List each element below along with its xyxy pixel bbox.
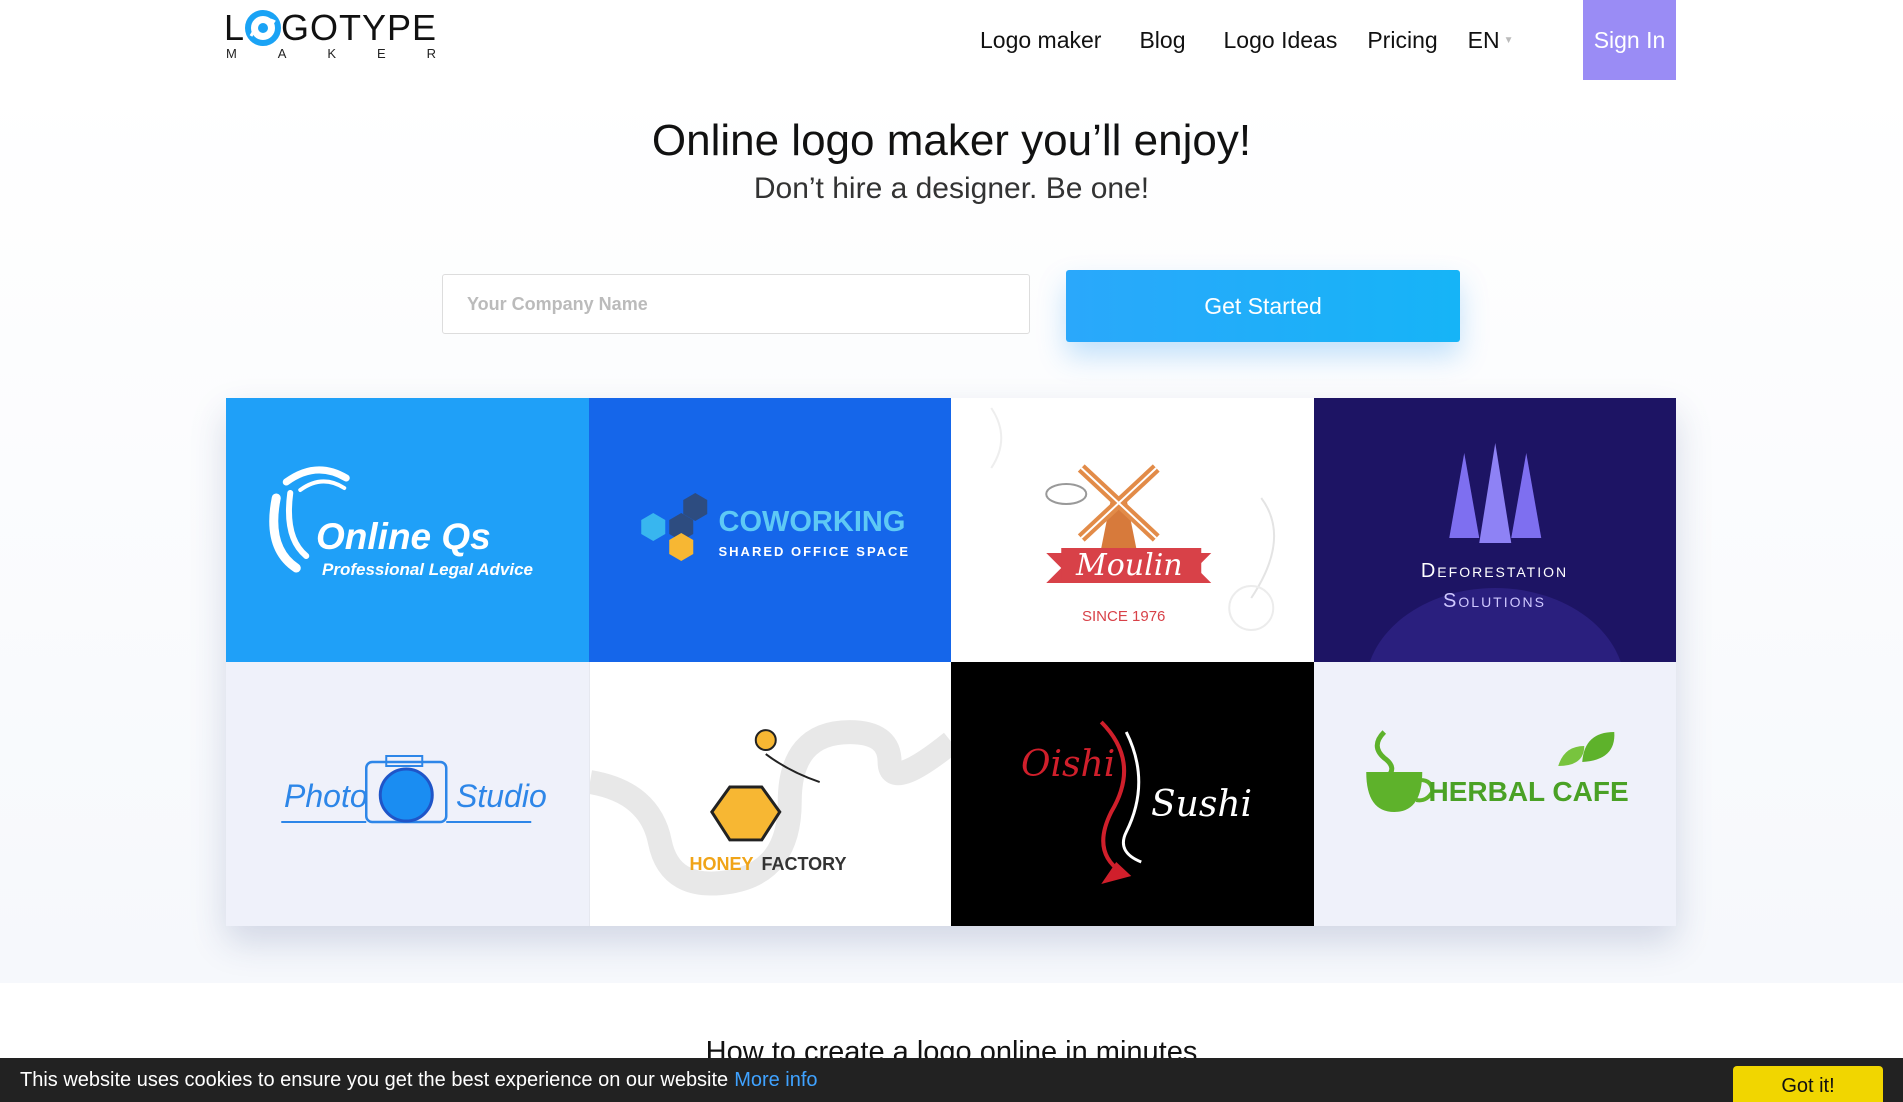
tile-title: Photo (284, 778, 368, 814)
nav-blog[interactable]: Blog (1139, 27, 1185, 54)
logo-examples-grid: Online Qs Professional Legal Advice COWO… (226, 398, 1676, 926)
hero-headline: Online logo maker you’ll enjoy! (651, 116, 1252, 165)
logo-tile-deforestation[interactable]: Deforestation Solutions (1313, 398, 1676, 662)
cookie-consent-bar: This website uses cookies to ensure you … (0, 1058, 1903, 1102)
tile-tagline: Studio (456, 778, 547, 814)
tile-tagline: Sushi (1151, 784, 1253, 825)
logo-subtext: M A K E R (226, 46, 436, 61)
tile-title: HONEY (689, 854, 754, 874)
company-name-input[interactable] (442, 274, 1030, 334)
nav-pricing[interactable]: Pricing (1367, 27, 1437, 54)
language-selector[interactable]: EN ▼ (1468, 27, 1514, 54)
tile-title: Deforestation (1420, 560, 1569, 582)
main-nav: Logo maker Blog Logo Ideas Pricing EN ▼ (980, 0, 1514, 80)
logo-subletter: A (277, 46, 287, 61)
tile-title: COWORKING (718, 506, 906, 538)
hero-section: Online logo maker you’ll enjoy! Don’t hi… (0, 80, 1903, 983)
nav-logo-ideas[interactable]: Logo Ideas (1224, 27, 1338, 54)
tile-title: Online Qs (316, 516, 491, 557)
logo-wordmark: L GOTYPE (224, 8, 444, 48)
tile-tagline: Professional Legal Advice (322, 560, 533, 579)
logo-subletter: E (377, 46, 386, 61)
tile-tagline: SHARED OFFICE SPACE (718, 544, 911, 559)
cookie-accept-button[interactable]: Got it! (1733, 1066, 1883, 1102)
koi-fish-icon (1099, 720, 1142, 884)
tile-tagline: FACTORY (761, 854, 847, 874)
honey-pot-icon (589, 720, 951, 896)
logo-subletter: K (327, 46, 337, 61)
sign-in-button[interactable]: Sign In (1583, 0, 1676, 80)
tile-title: Oishi (1021, 744, 1116, 785)
language-label: EN (1467, 26, 1500, 53)
tile-tagline: Solutions (1443, 590, 1546, 612)
logo-letter-l: L (224, 7, 246, 48)
tile-title: Moulin (1076, 548, 1183, 583)
logo-swirl-icon (245, 10, 282, 46)
logo-tile-moulin[interactable]: Moulin SINCE 1976 (951, 398, 1314, 662)
logo-tile-online-qs[interactable]: Online Qs Professional Legal Advice (226, 398, 589, 662)
logo-tile-coworking[interactable]: COWORKING SHARED OFFICE SPACE (588, 398, 951, 662)
logo-tile-herbal-cafe[interactable]: HERBAL CAFE (1313, 662, 1676, 926)
get-started-button[interactable]: Get Started (1066, 270, 1460, 342)
cookie-more-info-link[interactable]: More info (734, 1069, 817, 1092)
logotype-maker-logo[interactable]: L GOTYPE M A K E R (224, 8, 444, 68)
logo-letters-gotype: GOTYPE (281, 7, 438, 48)
logo-subletter: R (426, 46, 436, 61)
pine-trees-icon (1369, 443, 1621, 662)
chevron-down-icon: ▼ (1503, 34, 1514, 46)
nav-logo-maker[interactable]: Logo maker (980, 27, 1101, 54)
tile-title: HERBAL CAFE (1428, 776, 1629, 807)
logo-tile-honey-factory[interactable]: HONEY FACTORY (588, 662, 951, 926)
site-header: L GOTYPE M A K E R Logo maker Blog Logo … (0, 0, 1903, 80)
hero-subline: Don’t hire a designer. Be one! (753, 172, 1150, 205)
logo-subletter: M (226, 46, 237, 61)
logo-tile-photo-studio[interactable]: Photo Studio (226, 662, 589, 926)
cookie-message: This website uses cookies to ensure you … (20, 1068, 729, 1091)
logo-tile-oishi-sushi[interactable]: Oishi Sushi (951, 662, 1314, 926)
tile-tagline: SINCE 1976 (1082, 608, 1166, 625)
